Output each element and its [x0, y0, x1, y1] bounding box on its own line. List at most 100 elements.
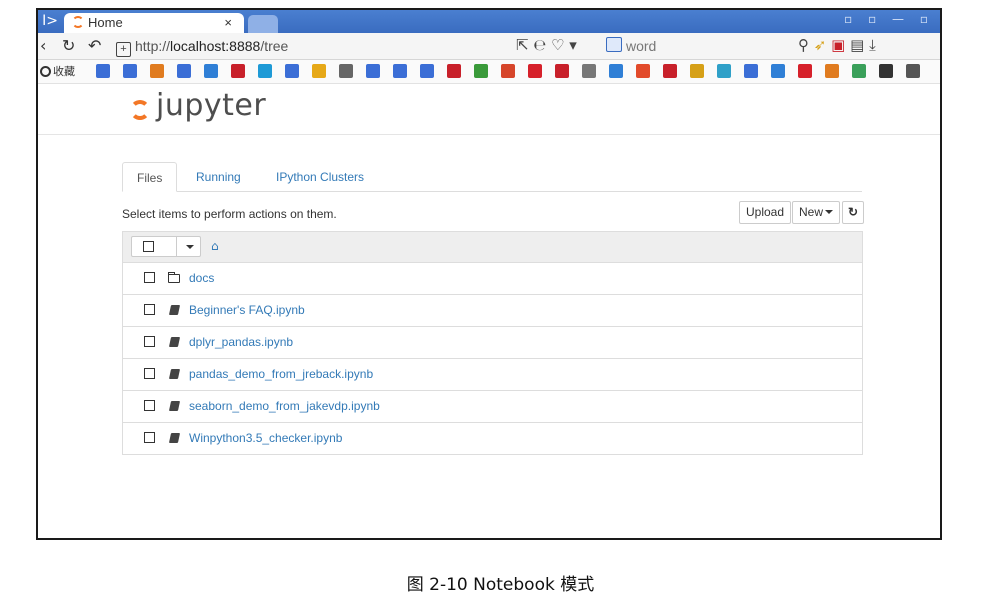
item-link[interactable]: seaborn_demo_from_jakevdp.ipynb	[189, 399, 380, 413]
navigation-bar: ‹ ↻ ↶ + http://localhost:8888/tree ⇱ ℮ ♡ …	[38, 33, 940, 60]
notebook-icon	[168, 305, 181, 315]
bookmark-icon[interactable]	[906, 64, 920, 78]
select-all-checkbox[interactable]	[143, 241, 154, 252]
address-bar[interactable]: + http://localhost:8888/tree	[116, 36, 496, 57]
bookmark-icon[interactable]	[123, 64, 137, 78]
site-info-icon[interactable]: +	[116, 42, 131, 57]
bookmark-icon[interactable]	[879, 64, 893, 78]
window-controls[interactable]: ▫ ▫ — ▫	[844, 12, 934, 26]
bookmark-icon[interactable]	[447, 64, 461, 78]
bookmark-icon[interactable]	[285, 64, 299, 78]
favorites-label: 收藏	[53, 66, 75, 78]
item-checkbox[interactable]	[144, 272, 155, 283]
notebook-icon	[168, 433, 181, 443]
bookmark-icon[interactable]	[501, 64, 515, 78]
file-list-header: ⌂	[123, 232, 862, 263]
list-item[interactable]: dplyr_pandas.ipynb	[123, 327, 862, 359]
reader-icon[interactable]: ▤	[850, 36, 864, 54]
chevron-down-icon	[186, 245, 194, 249]
bookmarks-bar: 收藏	[38, 60, 940, 84]
bookmark-icon[interactable]	[528, 64, 542, 78]
share-icon[interactable]: ⇱	[516, 36, 529, 54]
tab-files[interactable]: Files	[122, 162, 178, 192]
file-list: ⌂ docs Beginner's FAQ.ipynb dplyr_pandas…	[122, 231, 863, 455]
item-link[interactable]: Beginner's FAQ.ipynb	[189, 303, 305, 317]
bookmark-icon[interactable]	[798, 64, 812, 78]
close-tab-icon[interactable]: ×	[224, 13, 232, 33]
search-icon[interactable]: ⚲	[798, 36, 809, 54]
item-checkbox[interactable]	[144, 400, 155, 411]
back-icon[interactable]: ‹	[40, 36, 46, 55]
url-path: /tree	[260, 38, 289, 54]
bookmark-icon[interactable]	[96, 64, 110, 78]
browser-window: I> Home × ▫ ▫ — ▫ ‹ ↻ ↶ + http://localhos…	[36, 8, 942, 540]
bookmark-icon[interactable]	[150, 64, 164, 78]
select-menu-dropdown[interactable]	[176, 237, 203, 256]
item-checkbox[interactable]	[144, 432, 155, 443]
bookmark-icon[interactable]	[177, 64, 191, 78]
download-icon[interactable]: ⤓	[869, 36, 876, 54]
select-all-group	[131, 236, 201, 257]
item-checkbox[interactable]	[144, 304, 155, 315]
tab-ipython-clusters[interactable]: IPython Clusters	[262, 162, 378, 191]
jupyter-favicon-icon	[72, 16, 84, 28]
bookmark-icon[interactable]	[717, 64, 731, 78]
new-button[interactable]: New	[792, 201, 841, 224]
item-link[interactable]: pandas_demo_from_jreback.ipynb	[189, 367, 373, 381]
bookmark-icon[interactable]	[258, 64, 272, 78]
jupyter-logo-text: jupyter	[156, 88, 267, 123]
item-link[interactable]: docs	[189, 271, 214, 285]
gift-icon[interactable]: ▣	[831, 36, 845, 54]
list-item[interactable]: seaborn_demo_from_jakevdp.ipynb	[123, 391, 862, 423]
bookmark-icon[interactable]	[312, 64, 326, 78]
clock-icon	[40, 66, 51, 77]
undo-icon[interactable]: ↶	[88, 36, 101, 55]
item-checkbox[interactable]	[144, 336, 155, 347]
refresh-list-button[interactable]: ↻	[842, 201, 865, 224]
bookmark-icon[interactable]	[339, 64, 353, 78]
tab-running[interactable]: Running	[182, 162, 255, 191]
new-tab-button[interactable]	[248, 15, 278, 33]
bookmark-icon[interactable]	[825, 64, 839, 78]
ie-mode-icon[interactable]: ℮	[533, 36, 546, 54]
browser-tab-home[interactable]: Home ×	[64, 13, 244, 33]
bookmark-icon[interactable]	[204, 64, 218, 78]
search-box[interactable]: word	[606, 36, 806, 56]
list-item[interactable]: Winpython3.5_checker.ipynb	[123, 423, 862, 454]
bookmark-icon[interactable]	[474, 64, 488, 78]
url-scheme: http://	[135, 38, 171, 54]
bookmark-icon[interactable]	[663, 64, 677, 78]
bookmark-icon[interactable]	[393, 64, 407, 78]
extension-icon[interactable]: ➶	[814, 36, 827, 54]
item-checkbox[interactable]	[144, 368, 155, 379]
item-link[interactable]: dplyr_pandas.ipynb	[189, 335, 293, 349]
bookmark-icon[interactable]	[366, 64, 380, 78]
list-item[interactable]: pandas_demo_from_jreback.ipynb	[123, 359, 862, 391]
bookmark-icon[interactable]	[231, 64, 245, 78]
new-button-label: New	[799, 205, 824, 219]
bookmark-icon[interactable]	[609, 64, 623, 78]
dropdown-icon[interactable]: ▾	[569, 36, 577, 54]
favorites-button[interactable]: 收藏	[40, 63, 75, 79]
sidebar-toggle-button[interactable]: I>	[38, 10, 62, 33]
bookmark-icon[interactable]	[582, 64, 596, 78]
bookmark-icon[interactable]	[690, 64, 704, 78]
bookmark-icon[interactable]	[852, 64, 866, 78]
action-hint: Select items to perform actions on them.	[122, 207, 337, 221]
home-icon[interactable]: ⌂	[211, 239, 219, 253]
list-item[interactable]: docs	[123, 263, 862, 295]
notebook-icon	[168, 337, 181, 347]
list-item[interactable]: Beginner's FAQ.ipynb	[123, 295, 862, 327]
search-engine-icon[interactable]	[606, 37, 622, 52]
bookmark-icon[interactable]	[420, 64, 434, 78]
item-link[interactable]: Winpython3.5_checker.ipynb	[189, 431, 342, 445]
favorite-heart-icon[interactable]: ♡	[551, 36, 564, 54]
bookmark-icon[interactable]	[771, 64, 785, 78]
tab-strip: I> Home × ▫ ▫ — ▫	[38, 10, 940, 33]
bookmark-icon[interactable]	[744, 64, 758, 78]
bookmark-icon[interactable]	[555, 64, 569, 78]
bookmark-icon[interactable]	[636, 64, 650, 78]
toolbar-right: ⚲ ➶ ▣ ▤ ⤓	[798, 36, 876, 54]
upload-button[interactable]: Upload	[739, 201, 792, 224]
refresh-icon[interactable]: ↻	[62, 36, 75, 55]
